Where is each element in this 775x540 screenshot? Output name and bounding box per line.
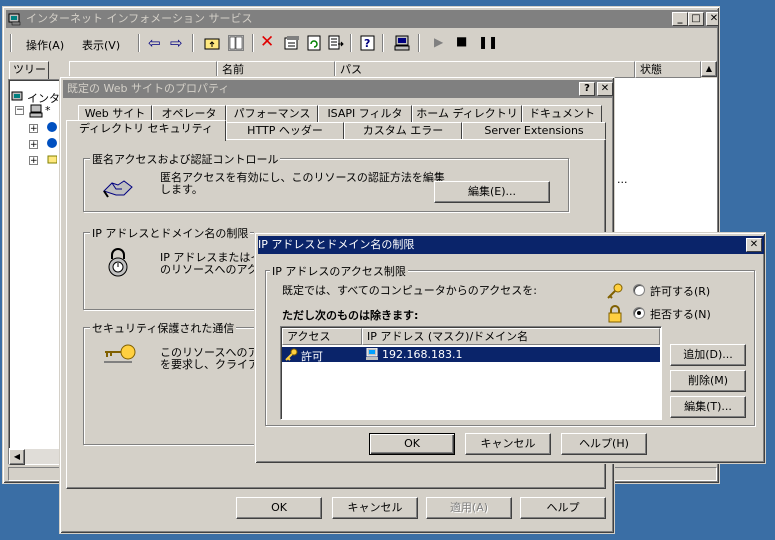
col-header-ip[interactable]: IP アドレス (マスク)/ドメイン名 <box>362 328 660 345</box>
stop-icon[interactable]: ■ <box>456 34 467 48</box>
table-row[interactable]: 許可 192.168.183.1 <box>282 347 660 363</box>
ip-exception-list[interactable]: アクセス IP アドレス (マスク)/ドメイン名 許可 192.168.183.… <box>280 326 662 420</box>
secure-group-label: セキュリティ保護された通信 <box>90 320 237 336</box>
menu-view[interactable]: 表示(V) <box>82 37 120 53</box>
anon-group-label: 匿名アクセスおよび認証コントロール <box>90 151 281 167</box>
ipdlg-cancel-button[interactable]: キャンセル <box>465 433 551 455</box>
export-list-icon[interactable] <box>328 35 344 51</box>
iis-app-icon <box>8 12 22 26</box>
scroll-left-button[interactable]: ◀ <box>9 449 25 465</box>
refresh-icon[interactable] <box>306 35 322 51</box>
tab-isapi-filters[interactable]: ISAPI フィルタ <box>318 105 412 123</box>
radio-deny-label[interactable]: 拒否する(N) <box>650 306 711 322</box>
except-label: ただし次のものは除きます: <box>282 309 419 322</box>
minimize-button[interactable]: _ <box>672 12 688 26</box>
key-icon <box>102 342 138 366</box>
up-folder-icon[interactable] <box>204 35 220 51</box>
anon-desc-line2: します。 <box>160 183 203 196</box>
props-ok-button[interactable]: OK <box>236 497 322 519</box>
tab-custom-errors[interactable]: カスタム エラー <box>344 122 462 140</box>
tab-server-extensions[interactable]: Server Extensions <box>462 122 606 140</box>
computer-icon <box>365 347 379 361</box>
tree-tab-label: ツリー <box>13 63 46 76</box>
ip-restrictions-dialog: IP アドレスとドメイン名の制限 ✕ IP アドレスのアクセス制限 既定では、す… <box>254 232 766 464</box>
props-cancel-button[interactable]: キャンセル <box>332 497 418 519</box>
secure-desc-line2: を要求し、クライア <box>160 358 259 371</box>
props-apply-button[interactable]: 適用(A) <box>426 497 512 519</box>
ip-access-group-label: IP アドレスのアクセス制限 <box>270 263 408 279</box>
handshake-icon <box>102 171 134 201</box>
show-tree-icon[interactable] <box>228 35 244 51</box>
default-access-text: 既定では、すべてのコンピュータからのアクセスを: <box>282 284 537 297</box>
tree-expand-icon[interactable]: + <box>29 156 38 166</box>
anon-edit-button[interactable]: 編集(E)... <box>434 181 550 203</box>
lock-icon <box>106 247 130 277</box>
maximize-button[interactable]: □ <box>688 12 704 26</box>
tab-http-headers[interactable]: HTTP ヘッダー <box>226 122 344 140</box>
tree-collapse-icon[interactable]: − <box>15 106 24 115</box>
tree-expand-icon[interactable]: + <box>29 124 38 134</box>
start-icon[interactable]: ▶ <box>434 35 443 49</box>
ip-access-group: IP アドレスのアクセス制限 既定では、すべてのコンピュータからのアクセスを: … <box>265 263 755 426</box>
row-access-cell: 許可 <box>301 350 323 363</box>
ipdlg-title: IP アドレスとドメイン名の制限 <box>258 238 415 251</box>
smtp-node-icon <box>43 152 58 166</box>
radio-allow[interactable] <box>633 284 645 296</box>
svg-text:?: ? <box>364 37 370 50</box>
help-title-button[interactable]: ? <box>579 82 595 96</box>
key-allow-icon <box>285 348 299 361</box>
site-node-icon <box>43 136 57 150</box>
props-close-button[interactable]: ✕ <box>597 82 613 96</box>
add-entry-button[interactable]: 追加(D)... <box>670 344 746 366</box>
ipdlg-close-button[interactable]: ✕ <box>746 238 762 252</box>
computer-icon[interactable] <box>394 35 410 51</box>
mmc-toolbar: 操作(A) 表示(V) ⇦ ⇨ ✕ ? ▶ ■ ❚❚ <box>8 31 716 57</box>
menu-action[interactable]: 操作(A) <box>26 37 64 53</box>
computer-node-icon <box>29 104 43 118</box>
mmc-titlebar[interactable]: インターネット インフォメーション サービス _ □ ✕ <box>6 10 718 28</box>
back-arrow-icon[interactable]: ⇦ <box>148 34 161 52</box>
anon-auth-group: 匿名アクセスおよび認証コントロール 匿名アクセスを有効にし、このリソースの認証方… <box>83 151 569 212</box>
status-cell: ... <box>617 173 628 186</box>
ip-group-label: IP アドレスとドメイン名の制限 <box>90 225 251 241</box>
close-button[interactable]: ✕ <box>706 12 718 26</box>
col-header-access[interactable]: アクセス <box>282 328 362 345</box>
tab-documents[interactable]: ドキュメント <box>522 105 602 123</box>
ipdlg-ok-button[interactable]: OK <box>369 433 455 455</box>
radio-allow-label[interactable]: 許可する(R) <box>650 283 710 299</box>
key-allow-icon <box>606 283 624 299</box>
tab-directory-security[interactable]: ディレクトリ セキュリティ <box>66 120 226 141</box>
tab-performance[interactable]: パフォーマンス <box>226 105 318 123</box>
iis-root-icon <box>11 90 25 104</box>
col-header-status[interactable]: 状態 <box>635 61 701 78</box>
props-help-button[interactable]: ヘルプ <box>520 497 606 519</box>
list-scroll-up-button[interactable]: ▲ <box>701 61 717 77</box>
properties-icon[interactable] <box>284 35 300 51</box>
tree-expand-icon[interactable]: + <box>29 140 38 150</box>
props-title: 既定の Web サイトのプロパティ <box>67 82 230 95</box>
help-icon[interactable]: ? <box>360 35 376 51</box>
row-ip-cell: 192.168.183.1 <box>382 348 463 361</box>
tab-home-directory[interactable]: ホーム ディレクトリ <box>412 105 522 123</box>
site-node-icon <box>43 120 57 134</box>
radio-deny[interactable] <box>633 307 645 319</box>
tree-tab[interactable]: ツリー <box>9 61 49 79</box>
pause-icon[interactable]: ❚❚ <box>478 35 498 49</box>
forward-arrow-icon[interactable]: ⇨ <box>170 34 183 52</box>
delete-icon[interactable]: ✕ <box>260 32 274 52</box>
tree-machine-label[interactable]: * <box>45 104 51 117</box>
ip-desc-line2: のリソースへのアク <box>160 263 258 276</box>
ipdlg-titlebar[interactable]: IP アドレスとドメイン名の制限 ✕ <box>258 236 764 254</box>
ipdlg-help-button[interactable]: ヘルプ(H) <box>561 433 647 455</box>
mmc-title: インターネット インフォメーション サービス <box>26 12 253 25</box>
remove-entry-button[interactable]: 削除(M) <box>670 370 746 392</box>
lock-deny-icon <box>606 305 624 323</box>
props-titlebar[interactable]: 既定の Web サイトのプロパティ ? ✕ <box>63 80 613 98</box>
edit-entry-button[interactable]: 編集(T)... <box>670 396 746 418</box>
